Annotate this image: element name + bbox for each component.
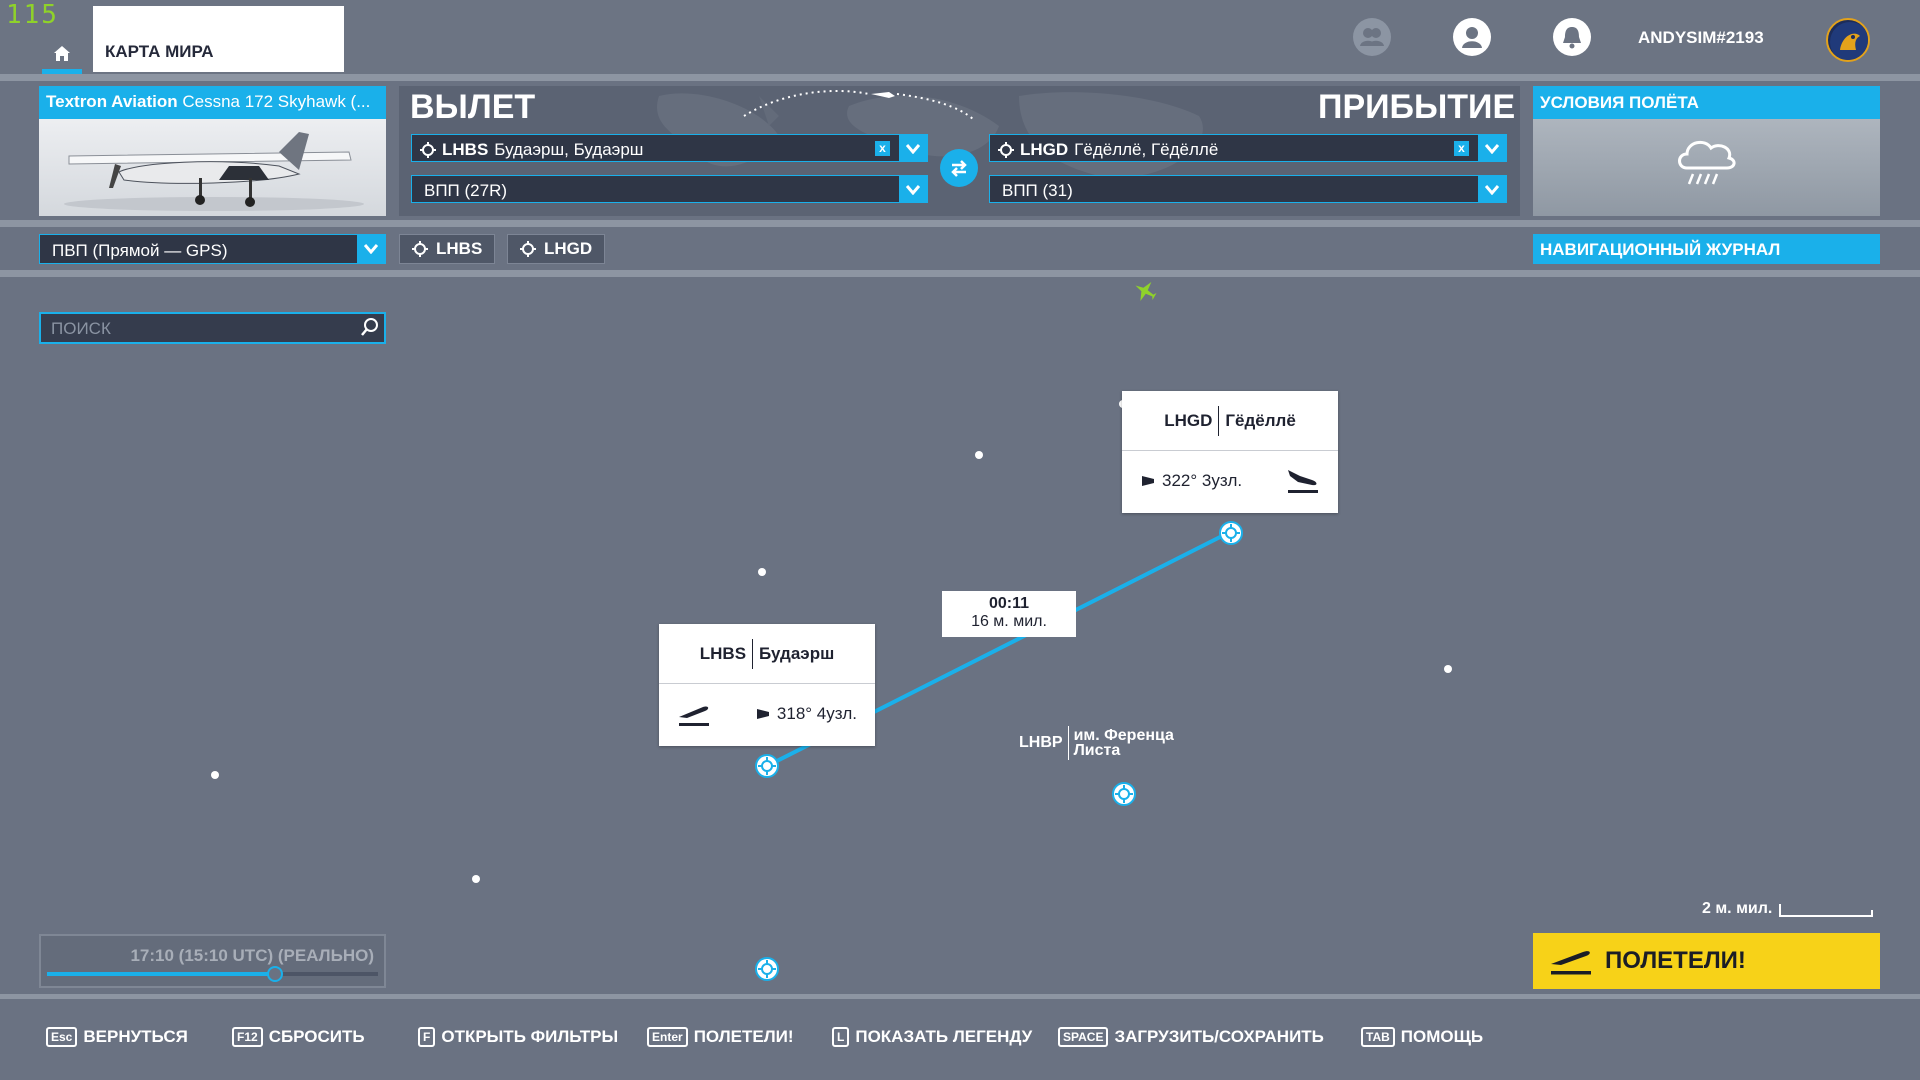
takeoff-icon bbox=[1551, 951, 1591, 975]
windsock-icon bbox=[756, 709, 769, 719]
hotkey-help[interactable]: TAB ПОМОЩЬ bbox=[1361, 1027, 1483, 1047]
map-marker[interactable] bbox=[472, 875, 480, 883]
aircraft-marker-icon[interactable] bbox=[1132, 278, 1158, 304]
airport-waypoint-icon[interactable] bbox=[1111, 781, 1137, 807]
windsock-icon bbox=[1142, 476, 1154, 486]
airport-waypoint-icon[interactable] bbox=[754, 956, 780, 982]
time-panel[interactable]: 17:10 (15:10 UTC) (РЕАЛЬНО) bbox=[39, 934, 386, 988]
hotkey-go[interactable]: Enter ПОЛЕТЕЛИ! bbox=[647, 1027, 794, 1047]
time-value: 17:10 (15:10 UTC) (РЕАЛЬНО) bbox=[130, 946, 374, 965]
leg-info-label: 00:11 16 м. мил. bbox=[942, 591, 1076, 637]
time-slider-fill bbox=[47, 972, 276, 976]
map-marker[interactable] bbox=[975, 451, 983, 459]
landing-icon bbox=[1288, 470, 1318, 493]
arrival-airport-card[interactable]: LHGD Гёдёллё 322° 3узл. bbox=[1122, 391, 1338, 513]
time-slider-track[interactable] bbox=[47, 966, 378, 982]
takeoff-icon bbox=[679, 706, 709, 726]
map-scale: 2 м. мил. bbox=[1702, 900, 1874, 918]
arrival-waypoint-icon[interactable] bbox=[1218, 520, 1244, 546]
map-marker[interactable] bbox=[758, 568, 766, 576]
hotkey-legend[interactable]: L ПОКАЗАТЬ ЛЕГЕНДУ bbox=[832, 1027, 1032, 1047]
hotkey-back[interactable]: Esc ВЕРНУТЬСЯ bbox=[46, 1027, 188, 1047]
departure-airport-card[interactable]: LHBS Будаэрш 318° 4узл. bbox=[659, 624, 875, 746]
go-button[interactable]: ПОЛЕТЕЛИ! bbox=[1533, 933, 1880, 989]
airport-label-lhbp[interactable]: LHBP им. Ференца Листа bbox=[1019, 726, 1174, 760]
departure-waypoint-icon[interactable] bbox=[754, 753, 780, 779]
map-marker[interactable] bbox=[211, 771, 219, 779]
hotkey-reset[interactable]: F12 СБРОСИТЬ bbox=[232, 1027, 365, 1047]
hotkey-load-save[interactable]: SPACE ЗАГРУЗИТЬ/СОХРАНИТЬ bbox=[1058, 1027, 1324, 1047]
map-marker[interactable] bbox=[1444, 665, 1452, 673]
route-line bbox=[766, 530, 1231, 768]
hotkey-filters[interactable]: F ОТКРЫТЬ ФИЛЬТРЫ bbox=[418, 1027, 618, 1047]
scale-bar bbox=[1779, 904, 1874, 917]
time-slider-handle[interactable] bbox=[267, 966, 284, 982]
